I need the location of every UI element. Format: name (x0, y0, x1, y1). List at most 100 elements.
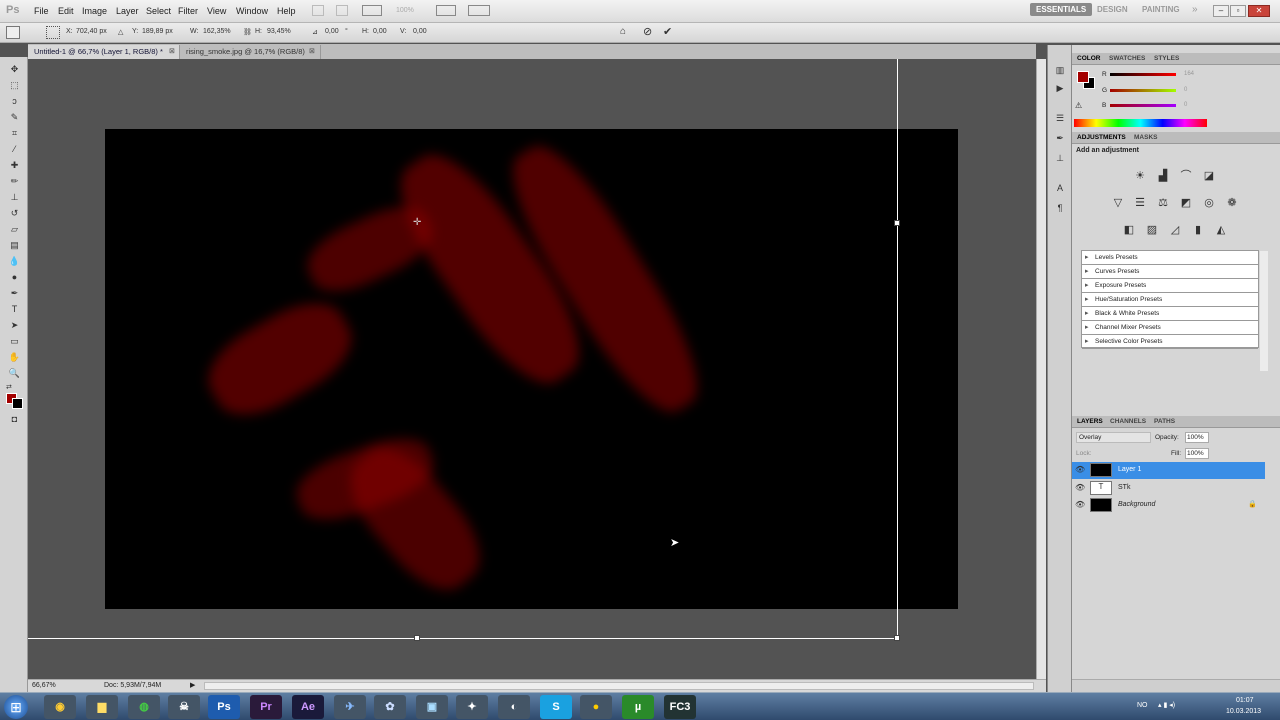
brightness-contrast-icon[interactable]: ☀ (1133, 169, 1147, 183)
menu-layer[interactable]: Layer (116, 6, 139, 16)
gamut-warning-icon[interactable]: ⚠ (1075, 101, 1082, 110)
preset-levels[interactable]: Levels Presets (1082, 251, 1258, 265)
app-icon[interactable]: ✦ (456, 695, 488, 719)
opacity-field[interactable]: 100% (1185, 432, 1209, 443)
tab-untitled-1[interactable]: Untitled-1 @ 66,7% (Layer 1, RGB/8) * (28, 45, 180, 59)
x-field[interactable]: 702,40 px (76, 28, 107, 35)
tray-icons[interactable]: ▴ ▮ ◂) (1158, 701, 1175, 709)
g-field[interactable]: 0 (1184, 87, 1187, 93)
type-tool-icon[interactable]: T (7, 303, 22, 316)
transform-handle[interactable] (894, 220, 900, 226)
preset-exposure[interactable]: Exposure Presets (1082, 279, 1258, 293)
paragraph-panel-icon[interactable]: ¶ (1053, 203, 1067, 215)
blend-mode-select[interactable]: Overlay (1076, 432, 1151, 443)
spotify-icon[interactable]: ◍ (128, 695, 160, 719)
b-slider[interactable] (1110, 104, 1176, 107)
more-workspaces-icon[interactable]: » (1192, 4, 1198, 15)
photo-filter-icon[interactable]: ◎ (1202, 196, 1216, 210)
eyedropper-tool-icon[interactable]: ⁄ (7, 143, 22, 156)
menu-image[interactable]: Image (82, 6, 107, 16)
menu-help[interactable]: Help (277, 6, 296, 16)
zoom-tool-icon[interactable]: 🔍 (7, 367, 22, 380)
r-field[interactable]: 164 (1184, 71, 1194, 77)
bridge-icon[interactable] (312, 5, 324, 16)
selective-color-icon[interactable]: ◭ (1214, 223, 1228, 237)
presets-scrollbar[interactable] (1260, 251, 1268, 371)
gradient-tool-icon[interactable]: ▤ (7, 239, 22, 252)
screen-mode-icon[interactable] (468, 5, 490, 16)
visibility-eye-icon[interactable]: 👁 (1075, 465, 1085, 474)
zoom-level-select[interactable]: 100% (396, 7, 414, 14)
menu-filter[interactable]: Filter (178, 6, 198, 16)
hand-tool-icon[interactable]: ✋ (7, 351, 22, 364)
minimize-button[interactable]: – (1213, 5, 1229, 17)
g-slider[interactable] (1110, 89, 1176, 92)
reference-point-crosshair[interactable]: ✛ (413, 217, 421, 228)
marquee-tool-icon[interactable]: ⬚ (7, 79, 22, 92)
utorrent-icon[interactable]: µ (622, 695, 654, 719)
history-panel-icon[interactable]: ▥ (1053, 65, 1067, 77)
cancel-transform-icon[interactable]: ⊘ (643, 25, 652, 38)
skype-icon[interactable]: S (540, 695, 572, 719)
tab-paths[interactable]: PATHS (1154, 418, 1175, 425)
photoshop-taskbar-button[interactable]: Ps (208, 695, 240, 719)
b-field[interactable]: 0 (1184, 102, 1187, 108)
dodge-tool-icon[interactable]: ● (7, 271, 22, 284)
view-extras-icon[interactable] (362, 5, 382, 16)
app-icon[interactable]: ✿ (374, 695, 406, 719)
tab-layers[interactable]: LAYERS (1077, 418, 1103, 425)
after-effects-taskbar-button[interactable]: Ae (292, 695, 324, 719)
premiere-taskbar-button[interactable]: Pr (250, 695, 282, 719)
hue-saturation-icon[interactable]: ☰ (1133, 196, 1147, 210)
r-slider[interactable] (1110, 73, 1176, 76)
actions-panel-icon[interactable]: ▶ (1053, 83, 1067, 95)
language-indicator[interactable]: NO (1137, 702, 1148, 709)
color-ramp[interactable] (1074, 119, 1207, 127)
clock-date[interactable]: 10.03.2013 (1226, 708, 1261, 715)
menu-window[interactable]: Window (236, 6, 268, 16)
preset-selective-color[interactable]: Selective Color Presets (1082, 335, 1258, 349)
blur-tool-icon[interactable]: 💧 (7, 255, 22, 268)
fraps-taskbar-button[interactable]: FC3 (664, 695, 696, 719)
brushes-panel-icon[interactable]: ✒ (1053, 133, 1067, 145)
zoom-status[interactable]: 66,67% (32, 682, 56, 689)
shape-tool-icon[interactable]: ▭ (7, 335, 22, 348)
relative-position-icon[interactable]: △ (118, 28, 123, 36)
preset-curves[interactable]: Curves Presets (1082, 265, 1258, 279)
layer-row-background[interactable]: 👁 Background 🔒 (1072, 497, 1265, 514)
tab-close-icon[interactable]: ⊠ (169, 47, 175, 55)
transform-bound-bottom[interactable] (28, 638, 898, 639)
swap-colors-icon[interactable]: ⇄ (6, 383, 22, 393)
preset-hue-saturation[interactable]: Hue/Saturation Presets (1082, 293, 1258, 307)
app-icon[interactable]: ▣ (416, 695, 448, 719)
crop-tool-icon[interactable]: ⌗ (7, 127, 22, 140)
layer-row-layer-1[interactable]: 👁 Layer 1 (1072, 462, 1265, 479)
v-skew-field[interactable]: 0,00 (413, 28, 427, 35)
preset-black-white[interactable]: Black & White Presets (1082, 307, 1258, 321)
pen-tool-icon[interactable]: ✒ (7, 287, 22, 300)
color-balance-icon[interactable]: ⚖ (1156, 196, 1170, 210)
threshold-icon[interactable]: ◿ (1168, 223, 1182, 237)
menu-view[interactable]: View (207, 6, 226, 16)
app-icon[interactable]: ● (580, 695, 612, 719)
channel-mixer-icon[interactable]: ❁ (1225, 196, 1239, 210)
explorer-icon[interactable]: ▆ (86, 695, 118, 719)
brush-tool-icon[interactable]: ✏ (7, 175, 22, 188)
transform-bound-right[interactable] (897, 59, 898, 639)
close-button[interactable]: ✕ (1248, 5, 1270, 17)
reference-point-icon[interactable] (46, 26, 60, 39)
link-icon[interactable]: ⛓ (243, 28, 252, 36)
tab-adjustments[interactable]: ADJUSTMENTS (1077, 134, 1126, 141)
preset-channel-mixer[interactable]: Channel Mixer Presets (1082, 321, 1258, 335)
document-canvas[interactable] (105, 129, 958, 609)
tab-masks[interactable]: MASKS (1134, 134, 1157, 141)
app-icon[interactable]: ✈ (334, 695, 366, 719)
arrange-documents-icon[interactable] (436, 5, 456, 16)
status-menu-arrow-icon[interactable]: ▶ (190, 681, 195, 689)
clone-source-icon[interactable]: ⊥ (1053, 153, 1067, 165)
workspace-painting[interactable]: PAINTING (1142, 5, 1180, 14)
character-panel-icon[interactable]: A (1053, 183, 1067, 195)
transform-handle[interactable] (414, 635, 420, 641)
layer-row-stk[interactable]: 👁 T STk (1072, 480, 1265, 497)
app-icon[interactable]: ☠ (168, 695, 200, 719)
